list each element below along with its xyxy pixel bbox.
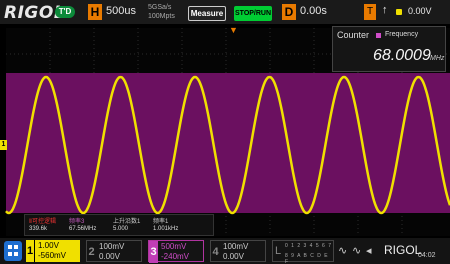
meas-value: 339.6k — [29, 226, 48, 232]
meas-value: 67.56MHz — [69, 226, 97, 232]
waveform-icon[interactable]: ∿ — [352, 244, 361, 257]
ch2-scale: 100mV — [99, 242, 125, 251]
logic-label: L — [275, 245, 282, 257]
ch4-offset: 0.00V — [223, 252, 244, 261]
waveform-icon[interactable]: ∿ — [338, 244, 347, 257]
grid-icon — [14, 252, 18, 256]
trigger-position-marker[interactable]: ▼ — [229, 25, 238, 35]
grid-icon — [14, 245, 18, 249]
counter-source-icon — [376, 33, 381, 38]
home-button[interactable] — [4, 241, 22, 261]
logic-analyzer-control[interactable]: L 0 1 2 3 4 5 6 7 8 9 A B C D E F — [272, 240, 334, 264]
meas-value: 5.000 — [113, 226, 129, 232]
logic-channels-low: 0 1 2 3 4 5 6 7 — [285, 243, 332, 249]
watermark-brand: RIGOL — [384, 243, 422, 257]
meas-header: 频率3 — [69, 219, 85, 225]
channel-4-control[interactable]: 4 100mV 0.00V — [210, 240, 266, 262]
meas-header: 频率1 — [153, 219, 169, 225]
speaker-icon[interactable]: ◂ — [366, 244, 372, 257]
channel-1-control[interactable]: 1 1.00V -560mV — [26, 240, 80, 262]
logic-channels-high: 8 9 A B C D E F — [285, 253, 329, 264]
ch3-scale: 500mV — [161, 242, 187, 251]
grid-icon — [8, 245, 12, 249]
channel-2-control[interactable]: 2 100mV 0.00V — [86, 240, 142, 262]
channel-3-control[interactable]: 3 500mV -240mV — [148, 240, 204, 263]
ch1-number: 1 — [26, 240, 35, 262]
ch3-number: 3 — [149, 241, 158, 263]
ch1-ground-marker[interactable]: 1 — [0, 140, 7, 150]
ch4-number: 4 — [212, 246, 219, 258]
counter-panel[interactable]: Counter Frequency 68.0009 MHz — [332, 26, 446, 72]
meas-value: 1.001kHz — [153, 226, 179, 232]
ch4-scale: 100mV — [223, 242, 249, 251]
measurement-table[interactable]: Ⅱ可控逻辑 频率3 上升沿数1 频率1 339.6k 67.56MHz 5.00… — [24, 214, 214, 236]
counter-type: Frequency — [385, 31, 419, 38]
counter-title: Counter — [337, 30, 370, 40]
counter-value: 68.0009 — [373, 47, 431, 64]
clock: 04:02 — [418, 252, 436, 259]
watermark: RIGOL — [384, 243, 421, 257]
ch2-offset: 0.00V — [99, 252, 120, 261]
ch3-offset: -240mV — [161, 252, 190, 261]
ch1-offset: -560mV — [38, 251, 67, 260]
meas-header: 上升沿数1 — [113, 219, 141, 225]
counter-unit: MHz — [430, 55, 445, 62]
ch2-number: 2 — [88, 246, 95, 258]
grid-icon — [8, 252, 12, 256]
ch1-scale: 1.00V — [38, 241, 59, 250]
bottom-bar: 1 1.00V -560mV 2 100mV 0.00V 3 500mV -24… — [0, 238, 450, 264]
meas-header: Ⅱ可控逻辑 — [29, 219, 56, 225]
